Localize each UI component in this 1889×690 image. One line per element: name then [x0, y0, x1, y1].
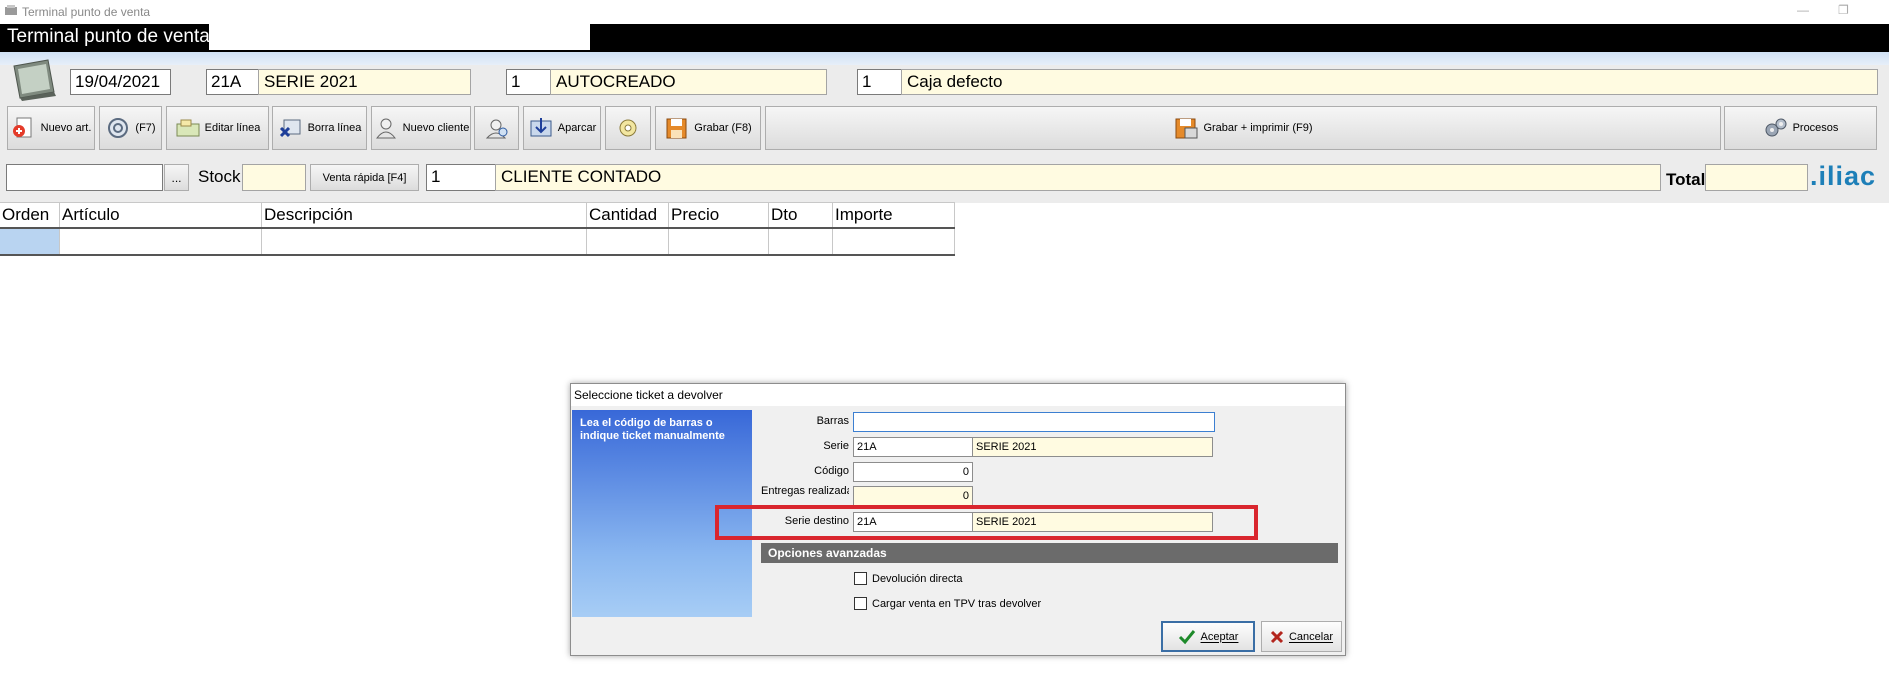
delete-line-icon	[279, 119, 301, 138]
target-icon	[108, 118, 129, 138]
dialog-title: Seleccione ticket a devolver	[571, 384, 1345, 406]
col-importe[interactable]: Importe	[833, 203, 955, 227]
col-articulo[interactable]: Artículo	[60, 203, 262, 227]
grabar-imprimir-label: Grabar + imprimir (F9)	[1203, 122, 1313, 134]
disc-icon	[619, 119, 637, 137]
aparcar-label: Aparcar	[557, 122, 597, 134]
client-name-field: CLIENTE CONTADO	[495, 164, 1661, 191]
nuevo-cliente-label: Nuevo cliente	[402, 122, 470, 134]
caja-code-field[interactable]: 1	[857, 69, 902, 95]
col-descripcion[interactable]: Descripción	[262, 203, 587, 227]
user-code-field[interactable]: 1	[506, 69, 551, 95]
app-icon	[5, 5, 17, 15]
row-importe-cell[interactable]	[833, 229, 955, 254]
stock-field	[242, 164, 306, 191]
grid-bottom-border	[0, 254, 955, 256]
barras-label: Barras	[816, 415, 849, 427]
row-descripcion-cell[interactable]	[262, 229, 587, 254]
advanced-options-header: Opciones avanzadas	[761, 543, 1338, 563]
restore-icon[interactable]: ❐	[1838, 3, 1849, 17]
grabar-button[interactable]: Grabar (F8)	[655, 106, 761, 150]
serie-destino-highlight	[715, 505, 1258, 540]
minimize-icon[interactable]: —	[1797, 3, 1809, 17]
nuevo-cliente-button[interactable]: Nuevo cliente	[371, 106, 471, 150]
row-precio-cell[interactable]	[669, 229, 769, 254]
date-field[interactable]: 19/04/2021	[70, 69, 171, 95]
nuevo-articulo-button[interactable]: Nuevo art.	[7, 106, 95, 150]
check-icon	[1178, 629, 1195, 644]
row-articulo-cell[interactable]	[60, 229, 262, 254]
f7-label: (F7)	[135, 122, 156, 134]
app-header-blank	[209, 24, 590, 50]
gears-icon	[1765, 118, 1787, 137]
grabar-label: Grabar (F8)	[694, 122, 752, 134]
devolucion-directa-label: Devolución directa	[872, 573, 963, 585]
col-cantidad[interactable]: Cantidad	[587, 203, 669, 227]
cash-drawer-button[interactable]	[605, 106, 651, 150]
park-icon	[530, 118, 552, 137]
client-search-button[interactable]	[474, 106, 519, 150]
client-code-field[interactable]: 1	[426, 164, 496, 191]
procesos-button[interactable]: Procesos	[1724, 106, 1877, 150]
codigo-input[interactable]: 0	[853, 462, 973, 482]
user-icon	[375, 118, 396, 139]
serie-name-field: SERIE 2021	[972, 437, 1213, 457]
user-search-icon	[485, 119, 507, 139]
codigo-label: Código	[814, 465, 849, 477]
col-dto[interactable]: Dto	[769, 203, 833, 227]
editar-linea-label: Editar línea	[204, 122, 261, 134]
user-name-field: AUTOCREADO	[550, 69, 827, 95]
borra-linea-label: Borra línea	[307, 122, 362, 134]
grabar-imprimir-button[interactable]: Grabar + imprimir (F9)	[765, 106, 1721, 150]
total-field	[1705, 164, 1808, 191]
article-search-input[interactable]	[6, 164, 163, 191]
aceptar-button[interactable]: Aceptar	[1161, 621, 1255, 652]
cancelar-label: Cancelar	[1288, 630, 1334, 643]
header-gradient	[0, 52, 1889, 65]
total-label: Total	[1666, 170, 1706, 189]
terminal-icon	[13, 59, 56, 101]
f7-button[interactable]: (F7)	[99, 106, 162, 150]
window-title: Terminal punto de venta	[22, 5, 151, 19]
save-print-icon	[1175, 118, 1198, 139]
new-document-icon	[12, 117, 32, 138]
col-orden[interactable]: Orden	[0, 203, 60, 227]
row-dto-cell[interactable]	[769, 229, 833, 254]
cargar-venta-checkbox[interactable]	[854, 597, 867, 610]
venta-rapida-button[interactable]: Venta rápida [F4]	[310, 164, 419, 191]
nuevo-articulo-label: Nuevo art.	[40, 122, 92, 134]
window-titlebar: Terminal punto de venta — ❐	[0, 0, 1889, 24]
brand-logo: .iliac	[1810, 161, 1877, 191]
app-header-title: Terminal punto de venta.	[7, 26, 216, 47]
aparcar-button[interactable]: Aparcar	[523, 106, 601, 150]
editar-linea-button[interactable]: Editar línea	[166, 106, 269, 150]
caja-name-field: Caja defecto	[901, 69, 1878, 95]
row-orden-cell[interactable]	[0, 229, 60, 254]
col-precio[interactable]: Precio	[669, 203, 769, 227]
stock-label: Stock	[198, 167, 241, 186]
cancelar-button[interactable]: Cancelar	[1261, 621, 1342, 652]
devolucion-directa-checkbox[interactable]	[854, 572, 867, 585]
cargar-venta-label: Cargar venta en TPV tras devolver	[872, 598, 1042, 610]
barras-input[interactable]	[853, 412, 1215, 432]
dialog-instruction: Lea el código de barras o indique ticket…	[580, 417, 725, 442]
close-icon	[1270, 630, 1284, 643]
row-cantidad-cell[interactable]	[587, 229, 669, 254]
select-ticket-dialog: Seleccione ticket a devolver Lea el códi…	[570, 383, 1346, 656]
procesos-label: Procesos	[1792, 122, 1839, 134]
article-search-ellipsis-button[interactable]: ...	[164, 164, 189, 191]
serie-name-field: SERIE 2021	[258, 69, 471, 95]
serie-code-field[interactable]: 21A	[206, 69, 259, 95]
entregas-label: Entregas realizadas	[761, 485, 849, 497]
save-icon	[666, 118, 687, 139]
serie-code-input[interactable]: 21A	[853, 437, 973, 457]
edit-line-icon	[176, 119, 200, 137]
serie-label: Serie	[823, 440, 849, 452]
aceptar-label: Aceptar	[1200, 630, 1239, 643]
borra-linea-button[interactable]: Borra línea	[272, 106, 367, 150]
entregas-field: 0	[853, 486, 973, 506]
